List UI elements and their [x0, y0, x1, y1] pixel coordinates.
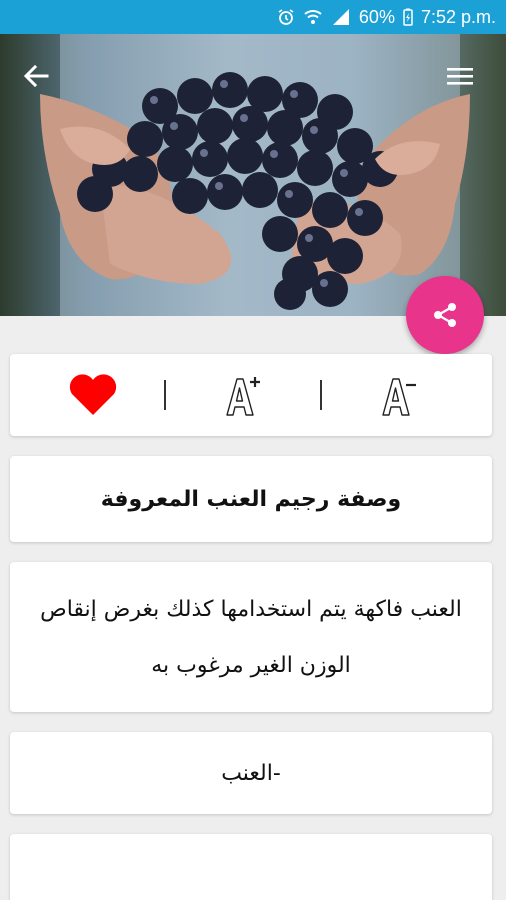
reading-toolbar — [10, 354, 492, 436]
battery-percent: 60% — [358, 6, 395, 27]
arrow-back-icon — [23, 64, 49, 88]
status-bar: 60% 7:52 p.m. — [0, 0, 506, 34]
share-icon — [434, 303, 456, 327]
article-title-card: وصفة رجيم العنب المعروفة — [10, 456, 492, 542]
wifi-icon — [303, 8, 323, 26]
ingredient-card: -العنب — [10, 732, 492, 814]
next-card — [10, 834, 492, 900]
font-increase-icon — [226, 377, 260, 416]
battery-icon — [403, 8, 413, 26]
heart-icon — [69, 374, 117, 415]
share-button[interactable] — [406, 276, 484, 354]
article-title: وصفة رجيم العنب المعروفة — [100, 486, 402, 512]
clock-time: 7:52 p.m. — [420, 6, 496, 27]
grapes-photo — [40, 34, 470, 316]
hamburger-menu-icon — [447, 68, 473, 85]
decrease-font-button[interactable] — [374, 370, 424, 420]
ingredient-item: -العنب — [221, 760, 281, 786]
signal-icon — [331, 8, 351, 26]
menu-button[interactable] — [444, 60, 476, 92]
article-paragraph: العنب فاكهة يتم استخدامها كذلك بغرض إنقا… — [40, 597, 462, 678]
font-decrease-icon — [382, 378, 416, 416]
favorite-button[interactable] — [68, 370, 118, 420]
header-image — [0, 34, 506, 316]
back-button[interactable] — [18, 58, 54, 94]
article-body-card: العنب فاكهة يتم استخدامها كذلك بغرض إنقا… — [10, 562, 492, 712]
alarm-icon — [277, 8, 295, 26]
divider — [164, 380, 166, 410]
divider — [320, 380, 322, 410]
increase-font-button[interactable] — [218, 370, 268, 420]
